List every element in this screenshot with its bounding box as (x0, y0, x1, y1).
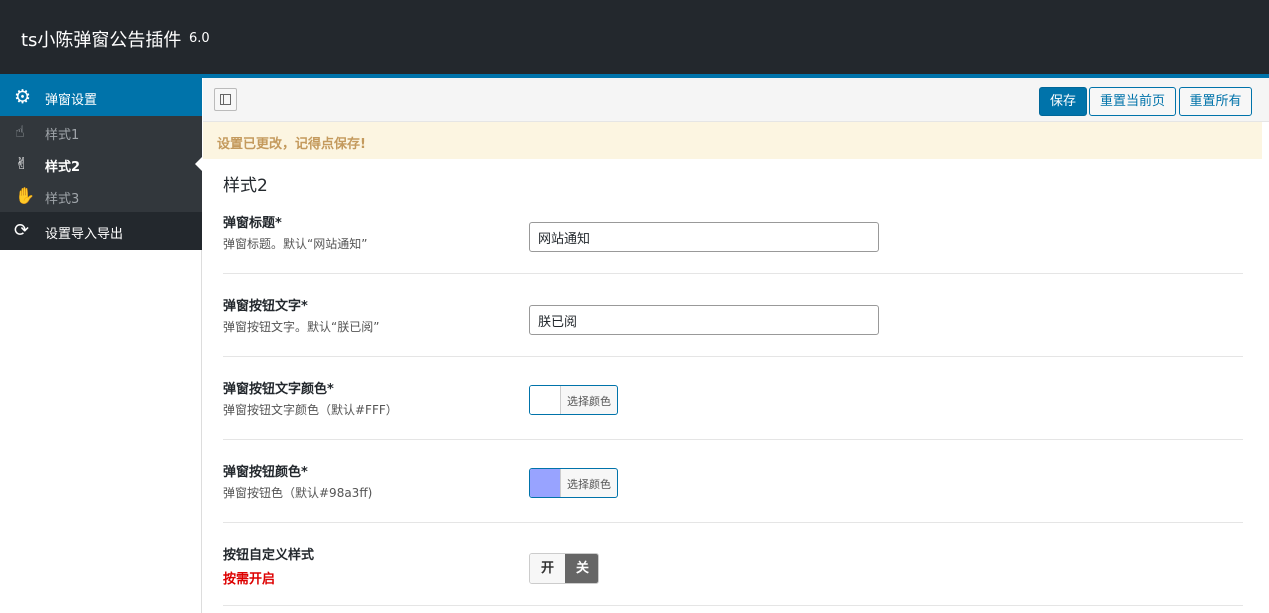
field-description: 弹窗按钮色（默认#98a3ff) (223, 486, 373, 500)
color-swatch (530, 469, 561, 497)
hand-paper-icon: ✋ (15, 186, 35, 205)
sidebar-item-label: 弹窗设置 (45, 93, 98, 108)
button-color-picker-button[interactable]: 选择颜色 (529, 468, 618, 498)
app-version: 6.0 (189, 31, 210, 46)
color-swatch (530, 386, 561, 414)
toggle-off-option[interactable]: 关 (565, 554, 598, 583)
button-text-input[interactable] (529, 305, 879, 335)
field-description: 弹窗按钮文字。默认“朕已阅” (223, 320, 380, 334)
sidebar-submenu: ☝ 样式1 ✌ 样式2 ✋ 样式3 (0, 116, 202, 212)
sidebar-item-style2[interactable]: ✌ 样式2 (0, 148, 202, 180)
expand-icon (220, 94, 231, 105)
popup-title-input[interactable] (529, 222, 879, 252)
expand-toggle-button[interactable] (214, 88, 237, 111)
field-description: 弹窗按钮文字颜色（默认#FFF） (223, 403, 398, 417)
toolbar: 保存 重置当前页 重置所有 (203, 78, 1269, 122)
field-row-custom-style: 按钮自定义样式 按需开启 开 关 (223, 523, 1243, 606)
field-row-button-color: 弹窗按钮颜色* 弹窗按钮色（默认#98a3ff) 选择颜色 (223, 440, 1243, 523)
reset-all-button[interactable]: 重置所有 (1179, 87, 1252, 116)
hand-pointer-icon: ☝ (15, 122, 25, 141)
sidebar-item-label: 设置导入导出 (45, 227, 124, 242)
sidebar-item-label: 样式2 (45, 160, 81, 175)
field-label: 按钮自定义样式 (223, 548, 315, 563)
app-title: ts小陈弹窗公告插件 (21, 30, 182, 51)
field-label: 弹窗按钮文字颜色* (223, 382, 334, 397)
field-label: 弹窗标题* (223, 216, 282, 231)
save-button[interactable]: 保存 (1039, 87, 1087, 116)
active-indicator (195, 157, 202, 171)
toggle-on-option[interactable]: 开 (530, 554, 565, 583)
color-picker-label: 选择颜色 (567, 478, 611, 491)
sidebar-item-popup-settings[interactable]: ⚙ 弹窗设置 (0, 78, 202, 116)
app-header: ts小陈弹窗公告插件 6.0 (0, 0, 1269, 74)
sidebar-item-label: 样式3 (45, 192, 80, 207)
hand-peace-icon: ✌ (15, 154, 29, 173)
field-description: 按需开启 (223, 572, 276, 587)
reset-page-button[interactable]: 重置当前页 (1089, 87, 1176, 116)
sidebar-item-style3[interactable]: ✋ 样式3 (0, 180, 202, 212)
sidebar: ⚙ 弹窗设置 ☝ 样式1 ✌ 样式2 ✋ 样式3 ⟳ 设置导入导出 (0, 78, 202, 613)
refresh-icon: ⟳ (14, 220, 30, 241)
custom-style-toggle[interactable]: 开 关 (529, 553, 599, 584)
gear-icon: ⚙ (14, 86, 32, 108)
field-row-title: 弹窗标题* 弹窗标题。默认“网站通知” (223, 206, 1243, 274)
sidebar-item-label: 样式1 (45, 128, 80, 143)
color-picker-label: 选择颜色 (567, 395, 611, 408)
field-row-button-text: 弹窗按钮文字* 弹窗按钮文字。默认“朕已阅” (223, 274, 1243, 357)
field-label: 弹窗按钮颜色* (223, 465, 308, 480)
field-label: 弹窗按钮文字* (223, 299, 308, 314)
text-color-picker-button[interactable]: 选择颜色 (529, 385, 618, 415)
unsaved-notice: 设置已更改，记得点保存! (203, 122, 1262, 159)
field-description: 弹窗标题。默认“网站通知” (223, 237, 368, 251)
sidebar-item-import-export[interactable]: ⟳ 设置导入导出 (0, 212, 202, 250)
notice-text: 设置已更改，记得点保存! (217, 137, 366, 152)
field-row-button-text-color: 弹窗按钮文字颜色* 弹窗按钮文字颜色（默认#FFF） 选择颜色 (223, 357, 1243, 440)
section-title: 样式2 (223, 176, 268, 196)
sidebar-item-style1[interactable]: ☝ 样式1 (0, 116, 202, 148)
